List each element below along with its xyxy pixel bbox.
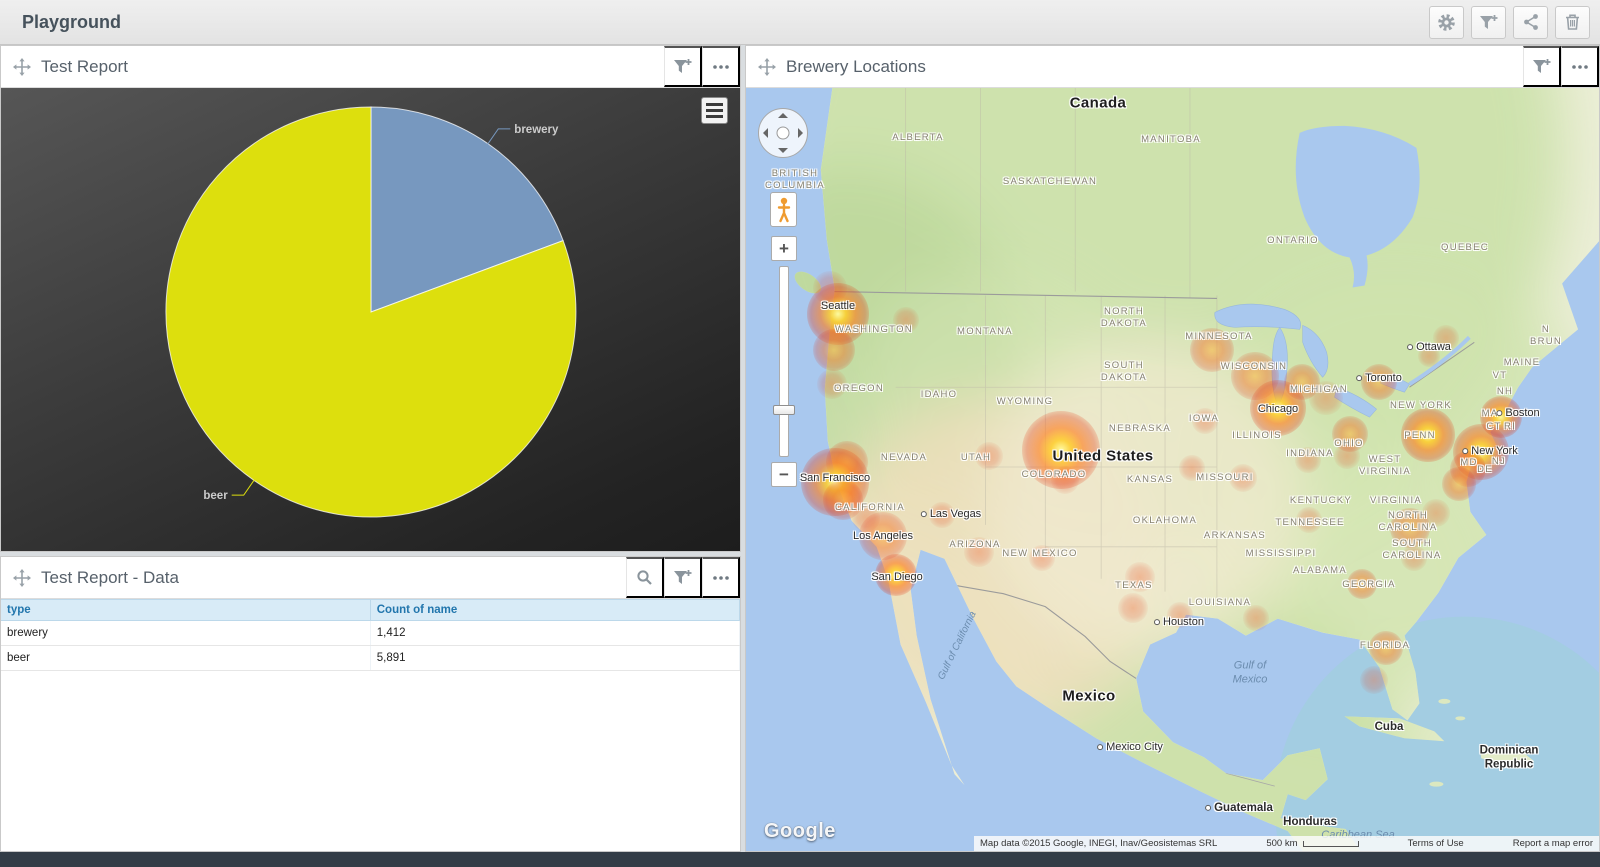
widget-menu-button[interactable] (702, 46, 740, 87)
widget-actions (626, 557, 740, 598)
map-attribution-bar: Map data ©2015 Google, INEGI, Inav/Geosi… (974, 836, 1599, 851)
page-title: Playground (22, 11, 122, 32)
widget-filter-button[interactable] (664, 46, 702, 87)
zoom-slider-handle[interactable] (773, 405, 795, 415)
pan-center-icon[interactable] (776, 126, 790, 140)
widget-menu-button[interactable] (702, 557, 740, 598)
map-pan-control[interactable] (758, 108, 808, 158)
left-column: Test Report brewery beer Test Report - D… (0, 45, 741, 852)
pie-slice-label-beer: beer (203, 490, 228, 502)
zoom-out-button[interactable]: − (771, 462, 797, 487)
test-report-data-header: Test Report - Data (1, 557, 740, 599)
pie-slice-label-brewery: brewery (514, 124, 559, 136)
move-icon (13, 568, 31, 587)
chart-export-menu-button[interactable] (701, 97, 728, 124)
data-table-container: type Count of name brewery 1,412 beer 5,891 (1, 599, 740, 851)
ellipsis-icon (1571, 64, 1589, 70)
share-button[interactable] (1513, 5, 1548, 39)
pie-chart: brewery beer (165, 106, 577, 518)
zoom-slider-track[interactable] (773, 266, 795, 457)
search-icon (636, 569, 654, 587)
google-logo[interactable]: Google (764, 820, 836, 843)
widget-search-button[interactable] (626, 557, 664, 598)
move-widget-handle[interactable] (756, 57, 778, 76)
ellipsis-icon (712, 64, 730, 70)
pan-left-icon[interactable] (763, 128, 768, 138)
test-report-widget: Test Report brewery beer (0, 45, 741, 552)
column-header-type[interactable]: type (1, 599, 371, 621)
filter-plus-icon (1532, 58, 1551, 75)
table-row[interactable]: beer 5,891 (1, 645, 740, 671)
table-cell: brewery (1, 620, 371, 646)
filter-plus-icon (673, 58, 692, 75)
add-filter-button[interactable] (1471, 5, 1506, 39)
pan-right-icon[interactable] (798, 128, 803, 138)
test-report-data-widget: Test Report - Data type Count of name br… (0, 556, 741, 852)
table-row[interactable]: brewery 1,412 (1, 620, 740, 646)
street-view-pegman[interactable] (770, 192, 797, 227)
widget-filter-button[interactable] (664, 557, 702, 598)
result-table: type Count of name brewery 1,412 beer 5,891 (1, 599, 740, 671)
pie-label-connector (486, 128, 511, 146)
share-icon (1522, 13, 1540, 31)
report-map-error-link[interactable]: Report a map error (1513, 838, 1593, 849)
table-cell: 1,412 (370, 620, 740, 646)
trash-icon (1564, 13, 1581, 31)
delete-button[interactable] (1555, 5, 1590, 39)
test-report-header: Test Report (1, 46, 740, 88)
filter-plus-icon (1479, 14, 1498, 31)
dashboard-body: Test Report brewery beer Test Report - D… (0, 45, 1600, 852)
map-canvas[interactable]: Canada ALBERTA MANITOBA BRITISH COLUMBIA SAS… (746, 88, 1599, 851)
map-scale-bar (1302, 840, 1359, 847)
widget-title: Brewery Locations (786, 56, 926, 76)
settings-button[interactable] (1429, 5, 1464, 39)
terms-of-use-link[interactable]: Terms of Use (1408, 838, 1464, 849)
map-attribution-text: Map data ©2015 Google, INEGI, Inav/Geosi… (980, 838, 1218, 849)
gear-icon (1437, 13, 1456, 32)
table-cell: 5,891 (370, 645, 740, 671)
widget-menu-button[interactable] (1561, 46, 1599, 87)
pie-label-connector (231, 478, 256, 496)
widget-filter-button[interactable] (1523, 46, 1561, 87)
brewery-locations-widget: Brewery Locations Canada ALBERTA MANITOB… (745, 45, 1600, 852)
bottom-strip (0, 852, 1600, 867)
zoom-in-button[interactable]: + (771, 236, 797, 261)
dashboard-toolbar: Playground (0, 0, 1600, 45)
ellipsis-icon (712, 575, 730, 581)
widget-actions (1523, 46, 1599, 87)
move-widget-handle[interactable] (11, 568, 33, 587)
basemap-svg (746, 88, 1599, 851)
move-widget-handle[interactable] (11, 57, 33, 76)
brewery-locations-header: Brewery Locations (746, 46, 1599, 88)
move-icon (13, 57, 31, 76)
move-icon (758, 57, 776, 76)
filter-plus-icon (673, 569, 692, 586)
pie-chart-canvas[interactable]: brewery beer (1, 88, 740, 551)
toolbar-actions (1429, 5, 1590, 39)
map-scale-label: 500 km (1266, 838, 1298, 849)
table-cell: beer (1, 645, 371, 671)
pan-down-icon[interactable] (778, 148, 788, 153)
hamburger-icon (706, 103, 723, 106)
widget-actions (664, 46, 740, 87)
pegman-icon (777, 197, 791, 223)
pan-up-icon[interactable] (778, 113, 788, 118)
map-scale: 500 km (1266, 838, 1359, 849)
widget-title: Test Report - Data (41, 567, 179, 587)
widget-title: Test Report (41, 56, 128, 76)
column-header-count-of-name[interactable]: Count of name (370, 599, 740, 621)
